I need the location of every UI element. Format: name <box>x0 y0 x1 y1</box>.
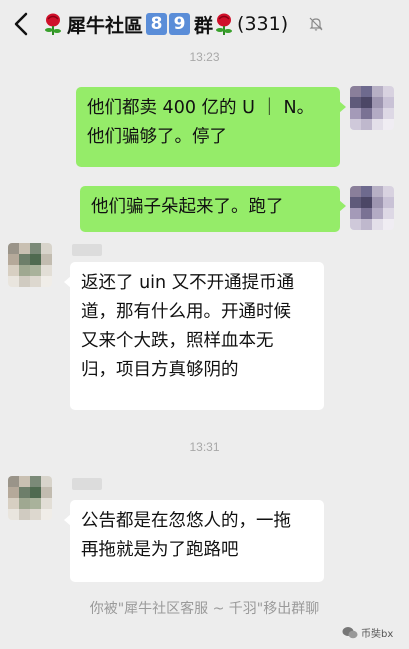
watermark: 币奘bx <box>342 625 393 640</box>
back-icon[interactable] <box>10 11 34 37</box>
sender-name <box>72 478 102 490</box>
watermark-text: 币奘bx <box>361 629 394 640</box>
avatar[interactable] <box>350 186 394 230</box>
group-name: 犀牛社區 <box>67 14 144 37</box>
bubble-tail <box>339 101 346 113</box>
rose-icon <box>45 13 61 35</box>
bubble-tail <box>339 200 346 212</box>
chat-header: 犀牛社區 8 9 群 (331) <box>0 0 409 48</box>
message-text: 他们骗子朵起来了。跑了 <box>91 197 284 217</box>
avatar[interactable] <box>8 476 52 520</box>
mute-icon <box>309 17 323 31</box>
message-text: 归，项目方真够阴的 <box>81 360 239 380</box>
message-text: 公告都是在忽悠人的，一拖 <box>81 511 291 531</box>
message-text: 他们骗够了。停了 <box>87 127 227 147</box>
message-text: 道，那有什么用。开通时候 <box>81 302 291 322</box>
message-text: 返还了 uin 又不开通提币通 <box>81 273 295 293</box>
member-count: (331) <box>237 13 289 35</box>
bubble-tail <box>64 514 71 526</box>
system-message: 你被"犀牛社区客服 ~ 千羽"移出群聊 <box>89 601 320 617</box>
message-bubble[interactable]: 公告都是在忽悠人的，一拖 再拖就是为了跑路吧 <box>64 500 324 582</box>
number-badge-9: 9 <box>169 13 191 35</box>
message-text: 他们都卖 400 亿的 U ｜ N。 <box>87 98 315 118</box>
timestamp: 13:23 <box>189 50 220 64</box>
chat-title[interactable]: 犀牛社區 8 9 群 (331) <box>42 10 288 38</box>
sender-name <box>72 244 102 256</box>
avatar[interactable] <box>8 243 52 287</box>
timestamp: 13:31 <box>189 440 220 454</box>
message-bubble[interactable]: 返还了 uin 又不开通提币通 道，那有什么用。开通时候 又来个大跌，照样血本无… <box>64 262 324 410</box>
message-bubble[interactable]: 他们骗子朵起来了。跑了 <box>80 186 346 232</box>
group-suffix: 群 <box>194 14 214 37</box>
message-text: 再拖就是为了跑路吧 <box>81 540 239 560</box>
avatar[interactable] <box>350 86 394 130</box>
message-text: 又来个大跌，照样血本无 <box>81 331 274 351</box>
wechat-icon <box>342 626 358 638</box>
number-badge-8: 8 <box>146 13 168 35</box>
message-bubble[interactable]: 他们都卖 400 亿的 U ｜ N。 他们骗够了。停了 <box>76 87 346 167</box>
rose-icon <box>216 13 233 35</box>
bubble-tail <box>64 276 71 288</box>
